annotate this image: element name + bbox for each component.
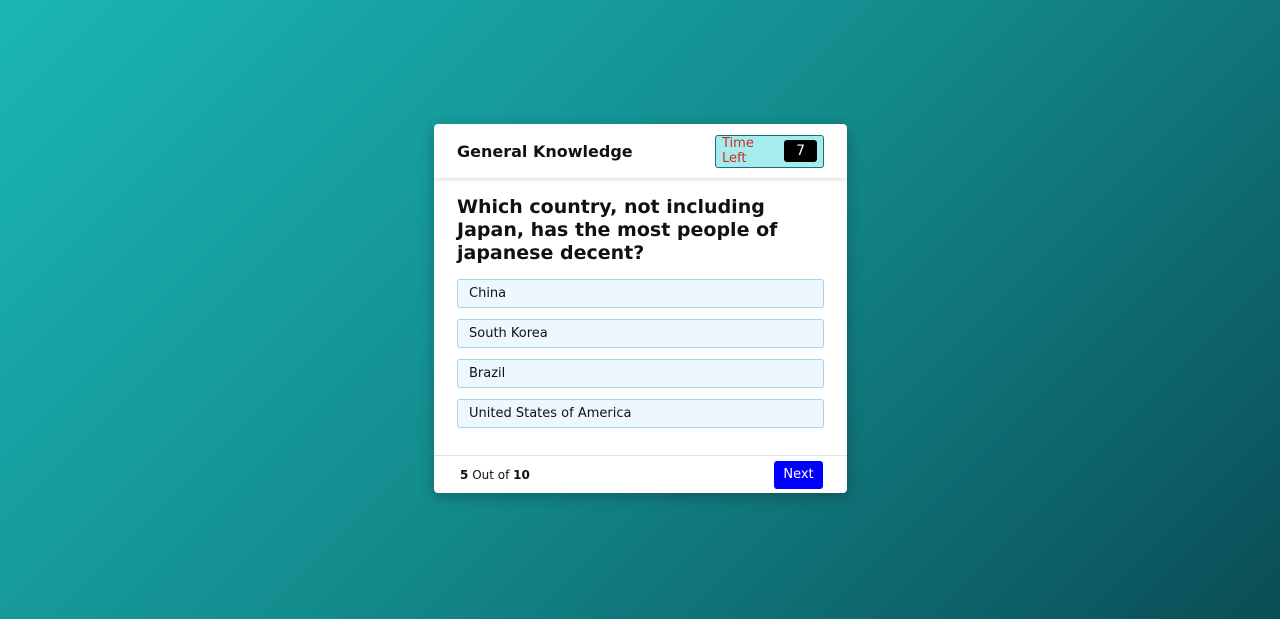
answer-option-south-korea[interactable]: South Korea (457, 319, 824, 348)
answer-options: China South Korea Brazil United States o… (457, 279, 824, 428)
progress-total: 10 (513, 467, 530, 482)
quiz-title: General Knowledge (457, 141, 633, 161)
question-text: Which country, not including Japan, has … (457, 196, 778, 264)
quiz-header: General Knowledge Time Left 7 (434, 124, 847, 178)
quiz-footer: 5 Out of 10 Next (434, 455, 847, 493)
next-button[interactable]: Next (774, 460, 823, 489)
quiz-body: Which country, not including Japan, has … (434, 178, 847, 428)
answer-option-usa[interactable]: United States of America (457, 399, 824, 428)
timer-label: Time Left (722, 136, 754, 166)
answer-option-brazil[interactable]: Brazil (457, 359, 824, 388)
progress-current: 5 (460, 467, 469, 482)
answer-option-china[interactable]: China (457, 279, 824, 308)
timer: Time Left 7 (715, 134, 824, 168)
timer-value: 7 (784, 140, 817, 162)
progress-separator: Out of (472, 467, 510, 482)
quiz-card: General Knowledge Time Left 7 Which coun… (434, 124, 847, 493)
question-progress: 5 Out of 10 (460, 468, 530, 482)
